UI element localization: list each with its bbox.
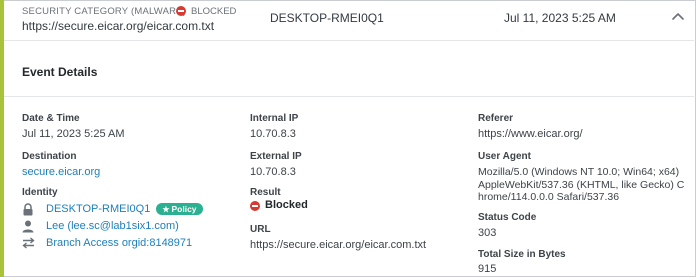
referer-value: https://www.eicar.org/: [478, 128, 583, 140]
event-details-title: Event Details: [22, 65, 98, 79]
header-hostname: DESKTOP-RMEI0Q1: [270, 11, 384, 25]
header-url: https://secure.eicar.org/eicar.com.txt: [22, 19, 215, 33]
internal-ip-value: 10.70.8.3: [250, 128, 296, 140]
referer-label: Referer: [478, 113, 514, 124]
chevron-up-icon[interactable]: [669, 8, 687, 26]
identity-item-user[interactable]: Lee (lee.sc@lab1six1.com): [22, 219, 179, 233]
identity-device-name[interactable]: DESKTOP-RMEI0Q1: [46, 203, 150, 215]
datetime-value: Jul 11, 2023 5:25 AM: [22, 128, 125, 140]
identity-network-name[interactable]: Branch Access orgid:8148971: [46, 237, 192, 249]
datetime-label: Date & Time: [22, 113, 80, 124]
policy-badge-label: Policy: [171, 204, 197, 214]
user-agent-label: User Agent: [478, 151, 531, 162]
security-category-label: SECURITY CATEGORY (MALWARE): [22, 6, 187, 17]
identity-item-device[interactable]: DESKTOP-RMEI0Q1 ★ Policy: [22, 202, 203, 216]
star-icon: ★: [162, 204, 170, 214]
identity-item-network[interactable]: Branch Access orgid:8148971: [22, 236, 192, 250]
identity-label: Identity: [22, 187, 58, 198]
header-datetime: Jul 11, 2023 5:25 AM: [504, 11, 616, 25]
external-ip-value: 10.70.8.3: [250, 166, 296, 178]
status-code-value: 303: [478, 227, 497, 239]
event-header-row[interactable]: SECURITY CATEGORY (MALWARE) BLOCKED http…: [4, 0, 694, 41]
lock-icon: [22, 202, 38, 216]
external-ip-label: External IP: [250, 151, 302, 162]
destination-label: Destination: [22, 151, 77, 162]
blocked-status-label: BLOCKED: [191, 6, 237, 17]
internal-ip-label: Internal IP: [250, 113, 299, 124]
blocked-result-icon: [250, 201, 260, 211]
destination-link[interactable]: secure.eicar.org: [22, 166, 100, 178]
section-divider: [4, 96, 694, 97]
blocked-icon: [176, 6, 186, 16]
severity-accent-bar: [0, 0, 4, 277]
result-label: Result: [250, 187, 281, 198]
identity-user-name[interactable]: Lee (lee.sc@lab1six1.com): [46, 220, 179, 232]
status-code-label: Status Code: [478, 212, 537, 223]
policy-badge[interactable]: ★ Policy: [156, 203, 203, 215]
url-label: URL: [250, 224, 271, 235]
user-icon: [22, 219, 38, 233]
url-value: https://secure.eicar.org/eicar.com.txt: [250, 239, 427, 251]
total-size-value: 915: [478, 263, 497, 275]
user-agent-value: Mozilla/5.0 (Windows NT 10.0; Win64; x64…: [478, 166, 685, 203]
total-size-label: Total Size in Bytes: [478, 249, 566, 260]
result-value: Blocked: [265, 199, 308, 211]
arrows-exchange-icon: [22, 236, 38, 250]
